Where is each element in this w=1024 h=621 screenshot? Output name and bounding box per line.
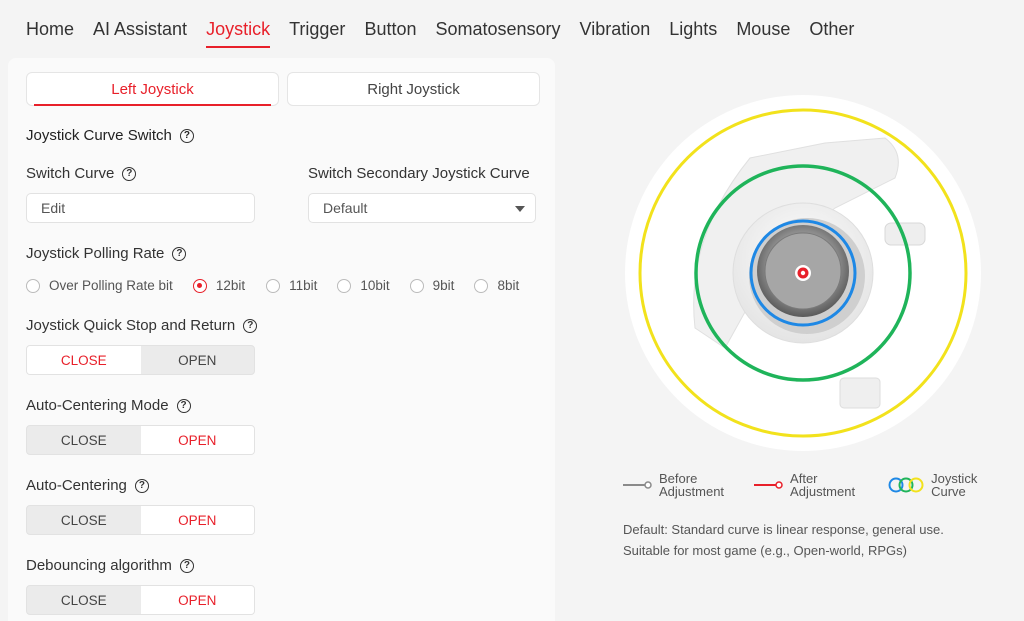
secondary-curve-heading: Switch Secondary Joystick Curve [308,165,530,182]
radio-dot [192,278,207,293]
secondary-curve-label: Switch Secondary Joystick Curve [308,165,530,182]
settings-panel: Left Joystick Right Joystick Joystick Cu… [8,58,555,621]
switch-curve-heading: Switch Curve ? [26,165,137,182]
nav-somatosensory[interactable]: Somatosensory [435,0,560,58]
legend-after-line2: Adjustment [790,484,856,499]
joystick-subtabs: Left Joystick Right Joystick [26,72,540,106]
auto-centering-label: Auto-Centering [26,477,127,494]
help-icon[interactable]: ? [176,398,191,413]
quick-stop-toggle: CLOSE OPEN [26,345,255,375]
joystick-preview-area: Before Adjustment After Adjustment Joystic… [575,58,1024,621]
nav-home[interactable]: Home [26,0,74,58]
nav-lights[interactable]: Lights [669,0,717,58]
auto-centering-mode-open-option[interactable]: OPEN [140,426,254,454]
nav-trigger[interactable]: Trigger [289,0,345,58]
radio-over-polling[interactable]: Over Polling Rate bit [26,278,173,293]
quick-stop-label: Joystick Quick Stop and Return [26,317,236,334]
auto-centering-open-option[interactable]: OPEN [140,506,254,534]
center-indicator-core [800,270,806,276]
auto-centering-mode-heading: Auto-Centering Mode ? [26,397,191,414]
help-icon[interactable]: ? [134,478,149,493]
radio-label: 12bit [215,278,246,293]
joystick-preview [625,95,981,451]
debouncing-heading: Debouncing algorithm ? [26,557,194,574]
after-line-icon [754,481,783,489]
auto-centering-mode-label: Auto-Centering Mode [26,397,169,414]
debouncing-label: Debouncing algorithm [26,557,172,574]
tab-right-joystick[interactable]: Right Joystick [287,72,540,106]
radio-label: 11bit [289,278,318,293]
radio-dot [266,278,281,293]
nav-button[interactable]: Button [364,0,416,58]
auto-centering-mode-toggle: CLOSE OPEN [26,425,255,455]
quick-stop-open-option[interactable]: OPEN [141,346,255,374]
auto-centering-mode-close-option[interactable]: CLOSE [27,426,141,454]
rings-icon [888,477,924,493]
radio-label: Over Polling Rate bit [49,278,173,293]
description-line2: Suitable for most game (e.g., Open-world… [623,543,907,558]
auto-centering-close-option[interactable]: CLOSE [27,506,141,534]
debouncing-close-option[interactable]: CLOSE [27,586,141,614]
legend-curve: Joystick Curve [887,472,977,498]
polling-rate-label: Joystick Polling Rate [26,245,165,262]
tab-left-joystick[interactable]: Left Joystick [26,72,279,106]
help-icon[interactable]: ? [122,166,137,181]
quick-stop-heading: Joystick Quick Stop and Return ? [26,317,258,334]
radio-dot [474,278,489,293]
top-nav: Home AI Assistant Joystick Trigger Butto… [0,0,1024,58]
switch-curve-input[interactable]: Edit [26,193,255,223]
curve-switch-heading: Joystick Curve Switch ? [26,127,194,144]
radio-9bit[interactable]: 9bit [409,278,455,293]
auto-centering-toggle: CLOSE OPEN [26,505,255,535]
curve-switch-title: Joystick Curve Switch [26,127,172,144]
secondary-curve-value: Default [323,200,368,216]
help-icon[interactable]: ? [172,246,187,261]
debouncing-open-option[interactable]: OPEN [140,586,254,614]
help-icon[interactable]: ? [179,558,194,573]
curve-legend: Before Adjustment After Adjustment Joystic… [623,472,977,498]
polling-rate-options: Over Polling Rate bit 12bit 11bit 10bit … [26,278,519,293]
controller-button-shape [839,377,881,409]
description-line1: Default: Standard curve is linear respon… [623,522,944,537]
radio-label: 9bit [432,278,455,293]
radio-dot [409,278,424,293]
radio-10bit[interactable]: 10bit [337,278,390,293]
radio-11bit[interactable]: 11bit [266,278,317,293]
chevron-down-icon [515,206,525,212]
help-icon[interactable]: ? [243,318,258,333]
curve-description: Default: Standard curve is linear respon… [623,519,983,561]
radio-dot [26,278,40,293]
legend-before-line2: Adjustment [659,484,725,499]
legend-before: Before Adjustment [623,472,724,498]
radio-label: 10bit [360,278,390,293]
auto-centering-heading: Auto-Centering ? [26,477,149,494]
legend-curve-line2: Curve [931,484,966,499]
help-icon[interactable]: ? [179,128,194,143]
secondary-curve-select[interactable]: Default [308,193,536,223]
radio-dot [337,278,352,293]
quick-stop-close-option[interactable]: CLOSE [27,346,141,374]
nav-other[interactable]: Other [809,0,854,58]
switch-curve-label: Switch Curve [26,165,115,182]
nav-mouse[interactable]: Mouse [736,0,790,58]
debouncing-toggle: CLOSE OPEN [26,585,255,615]
radio-8bit[interactable]: 8bit [474,278,519,293]
polling-rate-heading: Joystick Polling Rate ? [26,245,187,262]
nav-joystick[interactable]: Joystick [206,0,271,58]
before-line-icon [623,481,652,489]
nav-vibration[interactable]: Vibration [580,0,651,58]
radio-label: 8bit [497,278,520,293]
legend-after: After Adjustment [754,472,855,498]
radio-12bit[interactable]: 12bit [192,278,246,293]
nav-ai-assistant[interactable]: AI Assistant [93,0,187,58]
